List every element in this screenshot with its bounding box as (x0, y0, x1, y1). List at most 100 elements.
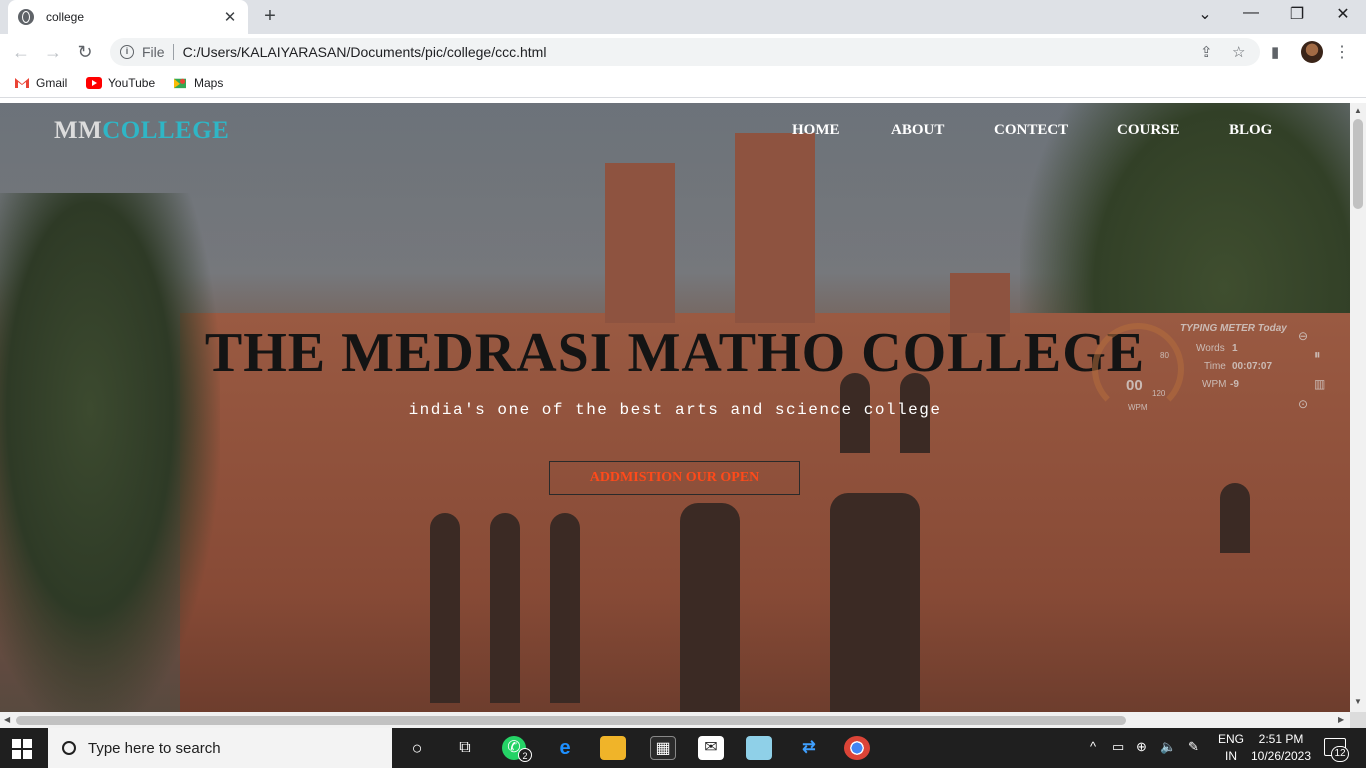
start-windows-icon[interactable] (12, 739, 32, 759)
windows-taskbar: Type here to search ○ ⧉ ✆ 2 e ▦ ✉ ⇄ ^ ▭ … (0, 728, 1366, 768)
share-icon[interactable]: ⇪ (1200, 43, 1213, 61)
bookmarks-bar: Gmail YouTube Maps (0, 70, 1366, 98)
time-label: Time (1204, 361, 1226, 372)
microsoft-store-icon[interactable]: ▦ (650, 736, 676, 760)
language-indicator[interactable]: ENG IN (1216, 731, 1246, 765)
nav-blog[interactable]: BLOG (1229, 122, 1272, 139)
scroll-up-icon[interactable]: ▲ (1354, 106, 1362, 115)
browser-toolbar: ← → ↻ i File C:/Users/KALAIYARASAN/Docum… (0, 34, 1366, 70)
gmail-icon (15, 78, 29, 88)
file-explorer-icon[interactable] (600, 736, 626, 760)
wpm-label: WPM (1202, 379, 1227, 390)
words-label: Words (1196, 343, 1225, 354)
new-tab-button[interactable]: + (259, 5, 281, 28)
scroll-right-icon[interactable]: ▶ (1338, 715, 1344, 724)
building-arch (430, 513, 460, 703)
wpm-value: -9 (1230, 379, 1239, 390)
restore-button[interactable]: ❐ (1282, 4, 1312, 24)
clock-date: 10/26/2023 (1250, 749, 1312, 763)
building-tower (605, 163, 675, 323)
tab-title: college (46, 10, 85, 24)
tab-college[interactable]: college ✕ (8, 0, 248, 34)
url-text[interactable]: C:/Users/KALAIYARASAN/Documents/pic/coll… (183, 44, 547, 60)
close-window-button[interactable]: ✕ (1328, 4, 1358, 24)
stats-icon[interactable]: ▥ (1314, 377, 1325, 391)
address-bar[interactable]: i File C:/Users/KALAIYARASAN/Documents/p… (110, 38, 1260, 66)
notes-app-icon[interactable] (746, 736, 772, 760)
bookmark-youtube[interactable]: YouTube (86, 76, 155, 90)
nav-course[interactable]: COURSE (1117, 122, 1180, 139)
gauge-value: 00 (1126, 377, 1143, 394)
search-icon (62, 741, 76, 755)
volume-icon[interactable]: 🔈 (1160, 739, 1176, 755)
chrome-icon[interactable] (844, 736, 870, 760)
tab-search-chevron-icon[interactable]: ⌄ (1190, 4, 1220, 24)
bookmark-maps[interactable]: Maps (172, 76, 223, 90)
menu-dots-icon[interactable]: ⋮ (1334, 42, 1350, 62)
admission-button[interactable]: ADDMISTION OUR OPEN (549, 461, 800, 495)
taskbar-clock[interactable]: 2:51 PM 10/26/2023 (1250, 731, 1312, 765)
logo-part-2: COLLEGE (102, 117, 230, 144)
side-panel-icon[interactable]: ▮ (1271, 43, 1279, 61)
network-icon[interactable]: ⊕ (1136, 739, 1147, 755)
nav-home[interactable]: HOME (792, 122, 840, 139)
clock-time: 2:51 PM (1258, 732, 1304, 746)
building-arch (680, 503, 740, 712)
words-value: 1 (1232, 343, 1238, 354)
vertical-scrollbar[interactable]: ▲ ▼ (1350, 103, 1366, 712)
info-icon[interactable]: i (120, 45, 134, 59)
address-divider (172, 44, 174, 60)
vertical-scroll-thumb[interactable] (1353, 119, 1363, 209)
scroll-left-icon[interactable]: ◀ (4, 715, 10, 724)
bookmark-label: Gmail (36, 76, 68, 90)
scroll-down-icon[interactable]: ▼ (1354, 697, 1362, 706)
close-tab-icon[interactable]: ✕ (222, 8, 238, 26)
youtube-icon (86, 77, 102, 89)
task-view-icon[interactable]: ⧉ (452, 736, 478, 760)
cortana-icon[interactable]: ○ (404, 736, 430, 760)
language-region: IN (1225, 749, 1237, 763)
bookmark-star-icon[interactable]: ☆ (1232, 43, 1245, 61)
taskbar-search-box[interactable]: Type here to search (48, 728, 392, 768)
typing-meter-widget[interactable]: 80 120 00 WPM TYPING METER Today Words 1… (1090, 321, 1340, 417)
back-button[interactable]: ← (8, 39, 34, 65)
globe-icon (18, 9, 34, 25)
building-window (1220, 483, 1250, 553)
reload-button[interactable]: ↻ (72, 39, 98, 65)
bookmark-label: YouTube (108, 76, 156, 90)
battery-icon[interactable]: ▭ (1112, 739, 1124, 755)
forward-button[interactable]: → (40, 39, 66, 65)
gauge-tick: 120 (1152, 389, 1166, 398)
minimize-button[interactable]: — (1236, 4, 1266, 22)
profile-avatar[interactable] (1301, 41, 1323, 63)
maps-icon (174, 78, 186, 89)
scheme-label: File (142, 44, 165, 60)
bookmark-label: Maps (194, 76, 224, 90)
nav-about[interactable]: ABOUT (891, 122, 944, 139)
nav-contact[interactable]: CONTECT (994, 122, 1068, 139)
tab-strip: college ✕ + ⌄ — ❐ ✕ (0, 0, 1366, 34)
notification-count: 12 (1331, 746, 1349, 762)
horizontal-scroll-thumb[interactable] (16, 716, 1126, 725)
tree-foreground (0, 193, 220, 712)
teamviewer-icon[interactable]: ⇄ (796, 736, 822, 760)
mail-icon[interactable]: ✉ (698, 736, 724, 760)
time-value: 00:07:07 (1232, 361, 1273, 372)
pen-icon[interactable]: ✎ (1188, 739, 1199, 755)
minimize-meter-icon[interactable]: ⊖ (1298, 329, 1308, 343)
horizontal-scrollbar[interactable]: ◀ ▶ (0, 712, 1350, 728)
building-arch (490, 513, 520, 703)
bookmark-gmail[interactable]: Gmail (14, 76, 67, 90)
site-logo[interactable]: MMCOLLEGE (54, 117, 229, 145)
wpm-gauge (1092, 323, 1184, 415)
whatsapp-badge: 2 (518, 748, 532, 762)
gauge-unit: WPM (1128, 403, 1148, 412)
language-code: ENG (1217, 732, 1244, 746)
pause-icon[interactable]: ⏸ (1314, 347, 1321, 363)
building-arch (830, 493, 920, 712)
edge-icon[interactable]: e (552, 736, 578, 760)
show-hidden-icons-icon[interactable]: ^ (1090, 739, 1096, 754)
typing-meter-title: TYPING METER Today (1180, 323, 1287, 334)
settings-icon[interactable]: ⊙ (1298, 397, 1308, 411)
building-tower (735, 133, 815, 323)
